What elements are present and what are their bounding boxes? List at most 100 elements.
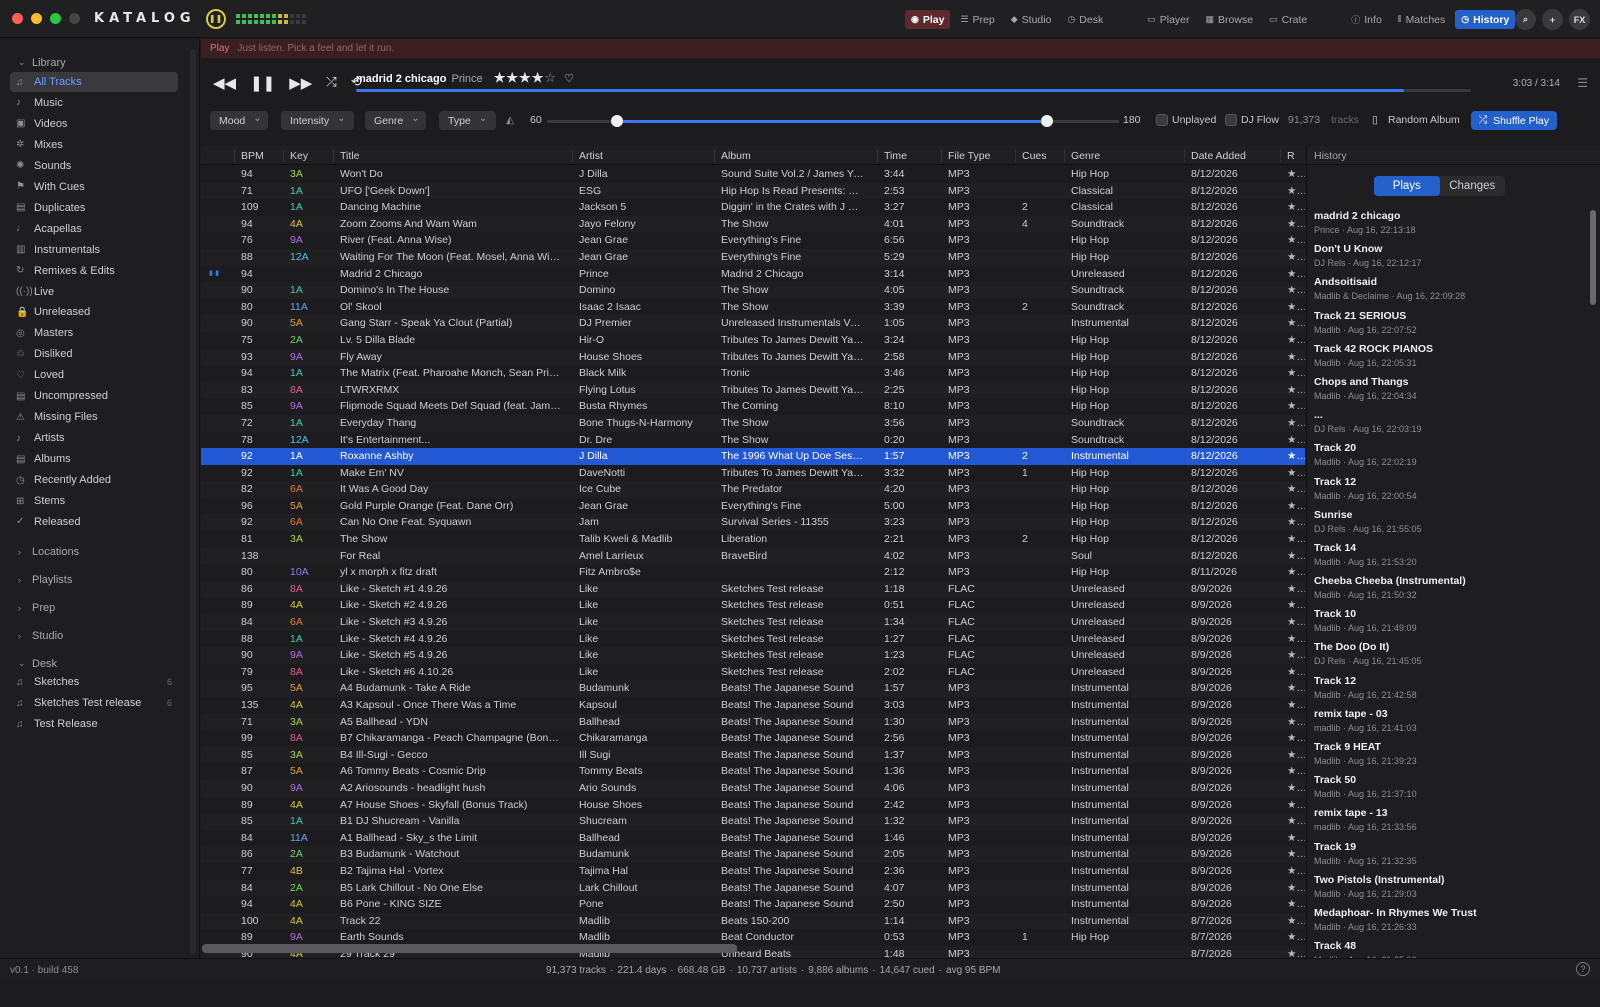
sidebar-item-released[interactable]: ✓ Released	[10, 512, 178, 532]
rating-stars[interactable]: ★★★★☆	[494, 70, 557, 85]
table-row[interactable]: 99 8A B7 Chikaramanga - Peach Champagne (B…	[201, 730, 1305, 747]
history-item[interactable]: Chops and Thangs Madlib · Aug 16, 22:04:3…	[1314, 376, 1554, 409]
sidebar-item-stems[interactable]: ⊞ Stems	[10, 491, 178, 511]
sidebar-item-loved[interactable]: ♡ Loved	[10, 365, 178, 385]
table-row[interactable]: 85 1A B1 DJ Shucream - Vanilla Shucream Beat…	[201, 813, 1305, 830]
rating-stars-cell[interactable]: ★★	[1287, 913, 1305, 930]
rating-stars-cell[interactable]: ★★	[1287, 813, 1305, 830]
column-header-bpm[interactable]: BPM	[234, 150, 264, 162]
history-item[interactable]: The Doo (Do It) DJ Rels · Aug 16, 21:45:0…	[1314, 641, 1554, 674]
rating-stars-cell[interactable]: ★★	[1287, 896, 1305, 913]
unplayed-checkbox[interactable]	[1156, 114, 1168, 126]
column-header-cues[interactable]: Cues	[1015, 150, 1047, 162]
sidebar-item-acapellas[interactable]: ♩ Acapellas	[10, 219, 178, 239]
sidebar-item-masters[interactable]: ◎ Masters	[10, 323, 178, 343]
rating-stars-cell[interactable]: ★★	[1287, 299, 1305, 316]
rating-stars-cell[interactable]: ★★	[1287, 432, 1305, 449]
rating-stars-cell[interactable]: ★★	[1287, 216, 1305, 233]
table-row[interactable]: 75 2A Lv. 5 Dilla Blade Hir-O Tributes To Ja…	[201, 332, 1305, 349]
sidebar-section-prep[interactable]: › Prep	[0, 597, 55, 618]
rating-stars-cell[interactable]: ★★	[1287, 614, 1305, 631]
history-item[interactable]: Track 19 Madlib · Aug 16, 21:32:35	[1314, 841, 1554, 874]
table-row[interactable]: 76 9A River (Feat. Anna Wise) Jean Grae Ever…	[201, 232, 1305, 249]
table-row[interactable]: 96 5A Gold Purple Orange (Feat. Dane Orr) J…	[201, 498, 1305, 515]
rating-stars-cell[interactable]: ★★	[1287, 514, 1305, 531]
sidebar-item-remixes-edits[interactable]: ↻ Remixes & Edits	[10, 261, 178, 281]
table-row[interactable]: 89 4A Like - Sketch #2 4.9.26 Like Sketches …	[201, 597, 1305, 614]
rating-stars-cell[interactable]: ★★	[1287, 597, 1305, 614]
mode-matches-button[interactable]: ⫴ Matches	[1392, 10, 1451, 29]
queue-menu-icon[interactable]: ☰	[1577, 76, 1588, 90]
type-dropdown[interactable]: Type	[439, 111, 496, 130]
rating-stars-cell[interactable]: ★★	[1287, 730, 1305, 747]
table-row[interactable]: 84 6A Like - Sketch #3 4.9.26 Like Sketches …	[201, 614, 1305, 631]
bpm-min-handle[interactable]	[611, 115, 623, 127]
table-row[interactable]: 71 3A A5 Ballhead - YDN Ballhead Beats! The …	[201, 713, 1305, 731]
table-row[interactable]: 85 9A Flipmode Squad Meets Def Squad (feat…	[201, 398, 1305, 415]
rating-stars-cell[interactable]: ★★	[1287, 199, 1305, 216]
djflow-checkbox[interactable]	[1225, 114, 1237, 126]
sidebar-item-live[interactable]: ((·)) Live	[10, 282, 178, 302]
rating-stars-cell[interactable]: ★★	[1287, 863, 1305, 880]
history-item[interactable]: Track 10 Madlib · Aug 16, 21:49:09	[1314, 608, 1554, 641]
rating-stars-cell[interactable]: ★★	[1287, 680, 1305, 697]
sidebar-item-mixes[interactable]: ✲ Mixes	[10, 135, 178, 155]
table-row[interactable]: 78 12A It's Entertainment... Dr. Dre The Sho…	[201, 432, 1305, 449]
history-item[interactable]: Andsoitisaid Madlib & Declaime · Aug 16, …	[1314, 276, 1554, 309]
horizontal-scrollbar[interactable]	[202, 944, 737, 953]
sidebar-item-recently-added[interactable]: ◷ Recently Added	[10, 470, 178, 490]
tab-changes[interactable]: Changes	[1440, 176, 1506, 196]
sidebar-section-library[interactable]: ⌄ Library	[0, 52, 66, 73]
rating-stars-cell[interactable]: ★★	[1287, 249, 1305, 266]
rating-stars-cell[interactable]: ★★	[1287, 315, 1305, 332]
table-row[interactable]: 87 5A A6 Tommy Beats - Cosmic Drip Tommy Be…	[201, 763, 1305, 780]
mode-play-button[interactable]: ◉ Play	[905, 10, 951, 29]
rating-stars-cell[interactable]: ★★	[1287, 465, 1305, 482]
table-row[interactable]: 93 9A Fly Away House Shoes Tributes To James…	[201, 348, 1305, 366]
sidebar-item-artists[interactable]: ♪ Artists	[10, 428, 178, 448]
table-row[interactable]: 72 1A Everyday Thang Bone Thugs-N-Harmony Th…	[201, 414, 1305, 432]
rating-stars-cell[interactable]: ★★	[1287, 365, 1305, 382]
sidebar-section-playlists[interactable]: › Playlists	[0, 569, 72, 590]
history-item[interactable]: Track 20 Madlib · Aug 16, 22:02:19	[1314, 442, 1554, 475]
column-header-file-type[interactable]: File Type	[941, 150, 990, 162]
pause-icon[interactable]: ❚❚	[250, 74, 275, 92]
table-row[interactable]: 81 3A The Show Talib Kweli & Madlib Liberati…	[201, 531, 1305, 548]
rating-stars-cell[interactable]: ★★	[1287, 183, 1305, 200]
tab-plays[interactable]: Plays	[1374, 176, 1440, 196]
history-item[interactable]: Track 48Madlib · Aug 16, 21:25:00	[1314, 940, 1554, 958]
heart-icon[interactable]: ♡	[564, 73, 574, 85]
table-row[interactable]: 94 1A The Matrix (Feat. Pharoahe Monch, Se…	[201, 365, 1305, 382]
column-header-artist[interactable]: Artist	[572, 150, 603, 162]
table-row[interactable]: 94 4A Zoom Zooms And Wam Wam Jayo Felony The…	[201, 215, 1305, 233]
sidebar-item-duplicates[interactable]: ▤ Duplicates	[10, 198, 178, 218]
sidebar-item-instrumentals[interactable]: ▥ Instrumentals	[10, 240, 178, 260]
table-row[interactable]: 88 12A Waiting For The Moon (Feat. Mosel, …	[201, 248, 1305, 266]
table-row[interactable]: 86 2A B3 Budamunk - Watchout Budamunk Beats!…	[201, 846, 1305, 863]
rating-stars-cell[interactable]: ★★	[1287, 763, 1305, 780]
sidebar-desk-item[interactable]: ♫ Sketches 6	[10, 672, 178, 692]
mode-info-button[interactable]: ⓘ Info	[1345, 10, 1388, 29]
table-row[interactable]: 90 1A Domino's In The House Domino The Show 4…	[201, 282, 1305, 299]
rating-stars-cell[interactable]: ★★	[1287, 266, 1305, 283]
history-item[interactable]: remix tape - 03 madlib · Aug 16, 21:41:03	[1314, 708, 1554, 741]
sidebar-item-uncompressed[interactable]: ▤ Uncompressed	[10, 386, 178, 406]
history-scrollbar[interactable]	[1590, 210, 1596, 305]
mode-crate-button[interactable]: ▭ Crate	[1263, 10, 1313, 29]
sidebar-item-all-tracks[interactable]: ♫ All Tracks	[10, 72, 178, 92]
mode-prep-button[interactable]: ☰ Prep	[954, 10, 1000, 29]
table-row[interactable]: 77 4B B2 Tajima Hal - Vortex Tajima Hal Beat…	[201, 863, 1305, 880]
table-row[interactable]: 83 8A LTWRXRMX Flying Lotus Tributes To Jame…	[201, 381, 1305, 399]
rating-stars-cell[interactable]: ★★	[1287, 697, 1305, 714]
history-item[interactable]: remix tape - 13 madlib · Aug 16, 21:33:56	[1314, 807, 1554, 840]
rating-filled[interactable]: ★★★★	[494, 70, 545, 85]
rating-stars-cell[interactable]: ★★	[1287, 548, 1305, 565]
rating-stars-cell[interactable]: ★★	[1287, 631, 1305, 648]
history-item[interactable]: Track 12 Madlib · Aug 16, 21:42:58	[1314, 675, 1554, 708]
table-row[interactable]: 92 1A Roxanne Ashby J Dilla The 1996 What Up…	[201, 448, 1305, 465]
history-item[interactable]: Two Pistols (Instrumental) Madlib · Aug 1…	[1314, 874, 1554, 907]
table-row[interactable]: 88 1A Like - Sketch #4 4.9.26 Like Sketches …	[201, 631, 1305, 648]
table-row[interactable]: 71 1A UFO ['Geek Down'] ESG Hip Hop Is Read …	[201, 182, 1305, 200]
sidebar-desk-item[interactable]: ♫ Test Release	[10, 714, 178, 734]
table-row[interactable]: 92 6A Can No One Feat. Syquawn Jam Survival …	[201, 514, 1305, 532]
